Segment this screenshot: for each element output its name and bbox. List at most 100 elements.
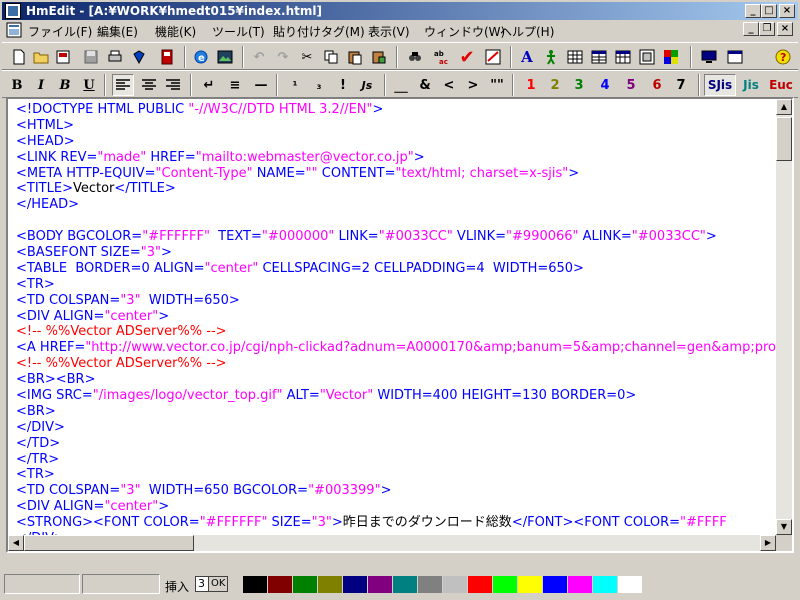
scroll-right-icon[interactable]: ▶: [760, 535, 776, 551]
big-button[interactable]: B: [54, 74, 76, 96]
menu-view[interactable]: 表示(V): [368, 23, 410, 40]
palette-swatch[interactable]: [518, 576, 542, 593]
palette-swatch[interactable]: [618, 576, 642, 593]
palette-swatch[interactable]: [243, 576, 267, 593]
monitor-icon[interactable]: [698, 46, 720, 68]
font-size-1-button[interactable]: 1: [520, 74, 542, 96]
code-line[interactable]: <!-- %%Vector ADServer%% -->: [16, 356, 778, 372]
code-line[interactable]: <STRONG><FONT COLOR="#FFFFFF" SIZE="3">昨…: [16, 515, 778, 531]
close-button[interactable]: ×: [779, 4, 795, 18]
font-size-2-button[interactable]: 2: [544, 74, 566, 96]
code-line[interactable]: <A HREF="http://www.vector.co.jp/cgi/nph…: [16, 340, 778, 356]
code-line[interactable]: <DIV ALIGN="center">: [16, 499, 778, 515]
font-size-6-button[interactable]: 6: [646, 74, 668, 96]
br-tag-button[interactable]: ↵: [198, 74, 220, 96]
horizontal-scrollbar[interactable]: ◀ ▶: [8, 535, 776, 551]
code-line[interactable]: </DIV>: [16, 420, 778, 436]
encoding-jis-button[interactable]: Jis: [738, 74, 764, 96]
italic-button[interactable]: I: [30, 74, 52, 96]
image-icon[interactable]: [214, 46, 236, 68]
vertical-scroll-thumb[interactable]: [776, 117, 792, 161]
close-doc-icon[interactable]: [156, 46, 178, 68]
palette-swatch[interactable]: [443, 576, 467, 593]
code-line[interactable]: <TITLE>Vector</TITLE>: [16, 181, 778, 197]
javascript-tag-button[interactable]: Js: [356, 74, 378, 96]
palette-swatch[interactable]: [293, 576, 317, 593]
menu-paste-tag[interactable]: 貼り付けタグ(M): [273, 23, 365, 40]
code-line[interactable]: <BR><BR>: [16, 372, 778, 388]
undo-icon[interactable]: ↶: [248, 46, 270, 68]
code-line[interactable]: </TR>: [16, 452, 778, 468]
code-line[interactable]: <!-- %%Vector ADServer%% -->: [16, 324, 778, 340]
document-icon[interactable]: [6, 22, 22, 38]
code-line[interactable]: <TD COLSPAN="3" WIDTH=650 BGCOLOR="#0033…: [16, 483, 778, 499]
hr-list-button[interactable]: ≡: [224, 74, 246, 96]
menu-window[interactable]: ウィンドウ(W): [424, 23, 505, 40]
mdi-restore-button[interactable]: ❐: [759, 22, 775, 36]
lt-button[interactable]: <: [438, 74, 460, 96]
minimize-button[interactable]: _: [745, 4, 761, 18]
table2-icon[interactable]: [612, 46, 634, 68]
title-bar[interactable]: HmEdit - [A:¥WORK¥hmedt015¥index.html] _…: [2, 2, 798, 20]
text-editor[interactable]: <!DOCTYPE HTML PUBLIC "-//W3C//DTD HTML …: [6, 97, 794, 553]
app-icon[interactable]: [5, 3, 21, 19]
print-icon[interactable]: [104, 46, 126, 68]
gt-button[interactable]: >: [462, 74, 484, 96]
palette-swatch[interactable]: [493, 576, 517, 593]
sub-tag-button[interactable]: ₃: [308, 74, 330, 96]
ok-button[interactable]: OK: [208, 576, 228, 592]
redo-icon[interactable]: ↷: [272, 46, 294, 68]
font-size-5-button[interactable]: 5: [620, 74, 642, 96]
bold-button[interactable]: B: [6, 74, 28, 96]
copy-icon[interactable]: [320, 46, 342, 68]
font-a-icon[interactable]: A: [516, 46, 538, 68]
new-file-icon[interactable]: [8, 46, 30, 68]
code-line[interactable]: <BR>: [16, 404, 778, 420]
scroll-left-icon[interactable]: ◀: [8, 535, 24, 551]
code-line[interactable]: <DIV ALIGN="center">: [16, 309, 778, 325]
palette-swatch[interactable]: [343, 576, 367, 593]
encoding-euc-button[interactable]: Euc: [766, 74, 796, 96]
align-right-button[interactable]: [162, 74, 184, 96]
bookmark-icon[interactable]: [128, 46, 150, 68]
mdi-close-button[interactable]: ×: [777, 22, 793, 36]
vertical-scrollbar[interactable]: ▲ ▼: [776, 99, 792, 535]
paste-special-icon[interactable]: [368, 46, 390, 68]
check-icon[interactable]: ✔: [456, 46, 478, 68]
encoding-sjis-button[interactable]: SJis: [704, 74, 736, 96]
paste-icon[interactable]: [344, 46, 366, 68]
maximize-button[interactable]: □: [761, 4, 777, 18]
horizontal-scroll-thumb[interactable]: [24, 535, 194, 551]
code-line[interactable]: <TR>: [16, 277, 778, 293]
code-line[interactable]: </TD>: [16, 436, 778, 452]
code-line[interactable]: <BODY BGCOLOR="#FFFFFF" TEXT="#000000" L…: [16, 229, 778, 245]
code-line[interactable]: <TABLE BORDER=0 ALIGN="center" CELLSPACI…: [16, 261, 778, 277]
table-icon[interactable]: [588, 46, 610, 68]
palette-swatch[interactable]: [418, 576, 442, 593]
cut-icon[interactable]: ✂: [296, 46, 318, 68]
palette-swatch[interactable]: [568, 576, 592, 593]
code-line[interactable]: <LINK REV="made" HREF="mailto:webmaster@…: [16, 150, 778, 166]
palette-swatch[interactable]: [543, 576, 567, 593]
menu-function[interactable]: 機能(K): [155, 23, 196, 40]
menu-file[interactable]: ファイル(F): [28, 23, 92, 40]
color-icon[interactable]: [660, 46, 682, 68]
scroll-down-icon[interactable]: ▼: [776, 519, 792, 535]
menu-tools[interactable]: ツール(T): [212, 23, 265, 40]
window-icon[interactable]: [724, 46, 746, 68]
palette-swatch[interactable]: [393, 576, 417, 593]
open-recent-icon[interactable]: [52, 46, 74, 68]
quot-button[interactable]: "": [486, 74, 508, 96]
html-check-icon[interactable]: [482, 46, 504, 68]
palette-swatch[interactable]: [318, 576, 342, 593]
code-line[interactable]: <META HTTP-EQUIV="Content-Type" NAME="" …: [16, 166, 778, 182]
font-size-3-button[interactable]: 3: [568, 74, 590, 96]
code-line[interactable]: <IMG SRC="/images/logo/vector_top.gif" A…: [16, 388, 778, 404]
palette-swatch[interactable]: [368, 576, 392, 593]
code-line[interactable]: <HEAD>: [16, 134, 778, 150]
palette-swatch[interactable]: [593, 576, 617, 593]
scroll-up-icon[interactable]: ▲: [776, 99, 792, 115]
menu-edit[interactable]: 編集(E): [97, 23, 138, 40]
menu-help[interactable]: ヘルプ(H): [500, 23, 554, 40]
code-line[interactable]: </HEAD>: [16, 197, 778, 213]
